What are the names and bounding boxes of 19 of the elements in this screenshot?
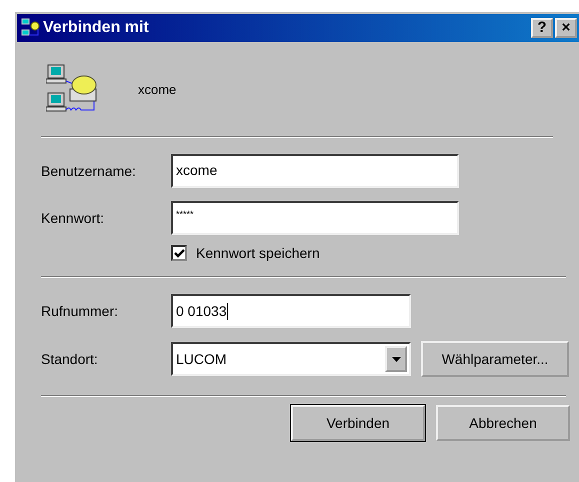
- password-field[interactable]: *****: [171, 201, 459, 235]
- dropdown-arrow-icon: [392, 356, 400, 362]
- phone-number-field[interactable]: 0 01033: [171, 294, 411, 328]
- help-button[interactable]: ?: [531, 18, 553, 38]
- save-password-checkbox[interactable]: Kennwort speichern: [171, 245, 579, 261]
- field-label: Kennwort:: [41, 210, 106, 226]
- field-label: Rufnummer:: [41, 303, 120, 319]
- location-dropdown[interactable]: LUCOM: [171, 342, 411, 376]
- username-field[interactable]: xcome: [171, 154, 459, 188]
- cancel-button[interactable]: Abbrechen: [436, 405, 570, 441]
- network-computers-icon: [21, 18, 41, 38]
- connection-name: xcome: [138, 82, 176, 96]
- field-label: Standort:: [41, 351, 99, 367]
- window-title: Verbinden mit: [43, 19, 149, 37]
- checkmark-icon: [174, 248, 184, 258]
- connect-button[interactable]: Verbinden: [291, 405, 425, 441]
- close-button[interactable]: ×: [555, 18, 577, 38]
- dialing-properties-button[interactable]: Wählparameter...: [421, 341, 569, 377]
- field-label: Benutzername:: [41, 163, 137, 179]
